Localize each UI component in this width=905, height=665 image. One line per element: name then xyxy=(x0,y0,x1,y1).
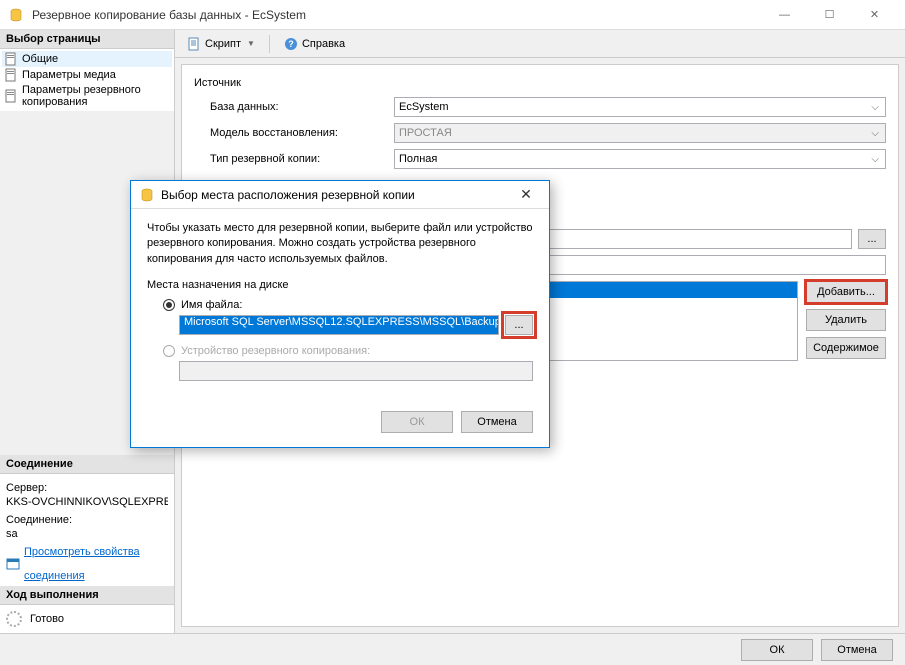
connection-section: Сервер: KKS-OVCHINNIKOV\SQLEXPRE Соедине… xyxy=(0,474,174,586)
page-select-header: Выбор страницы xyxy=(0,30,174,49)
filename-radio-row[interactable]: Имя файла: xyxy=(163,299,533,311)
view-connection-props-link[interactable]: Просмотреть свойства соединения xyxy=(6,546,168,582)
connection-header: Соединение xyxy=(0,455,174,474)
tree-item-label: Параметры медиа xyxy=(22,69,116,81)
ok-button[interactable]: ОК xyxy=(741,639,813,661)
contents-button[interactable]: Содержимое xyxy=(806,337,886,359)
tree-item-media[interactable]: Параметры медиа xyxy=(2,67,172,83)
script-icon xyxy=(187,37,201,51)
recovery-model-label: Модель восстановления: xyxy=(194,127,394,139)
toolbar-separator xyxy=(269,35,270,53)
filename-radio-label: Имя файла: xyxy=(181,299,242,311)
minimize-button[interactable]: — xyxy=(762,1,807,29)
filename-input[interactable]: Microsoft SQL Server\MSSQL12.SQLEXPRESS\… xyxy=(179,315,499,335)
progress-header: Ход выполнения xyxy=(0,586,174,605)
database-icon xyxy=(8,7,24,23)
help-icon: ? xyxy=(284,37,298,51)
toolbar: Скрипт ▼ ? Справка xyxy=(175,30,905,58)
device-radio xyxy=(163,345,175,357)
page-icon xyxy=(4,52,18,66)
add-button[interactable]: Добавить... xyxy=(806,281,886,303)
page-icon xyxy=(4,89,18,103)
svg-text:?: ? xyxy=(288,39,294,49)
dialog-footer: ОК Отмена xyxy=(0,633,905,665)
tree-item-general[interactable]: Общие xyxy=(2,51,172,67)
backup-type-select[interactable]: Полная xyxy=(394,149,886,169)
modal-titlebar: Выбор места расположения резервной копии… xyxy=(131,181,549,209)
connection-value: sa xyxy=(6,528,168,540)
filename-radio[interactable] xyxy=(163,299,175,311)
progress-status: Готово xyxy=(30,613,64,625)
script-button[interactable]: Скрипт ▼ xyxy=(181,35,261,53)
modal-close-button[interactable]: ✕ xyxy=(511,183,541,207)
spinner-icon xyxy=(6,611,22,627)
modal-ok-button[interactable]: ОК xyxy=(381,411,453,433)
connection-label: Соединение: xyxy=(6,514,168,526)
help-button[interactable]: ? Справка xyxy=(278,35,351,53)
properties-icon xyxy=(6,557,20,571)
tree-item-label: Параметры резервного копирования xyxy=(22,84,170,108)
browse-file-button[interactable]: ... xyxy=(505,315,533,335)
server-label: Сервер: xyxy=(6,482,168,494)
device-radio-label: Устройство резервного копирования: xyxy=(181,345,370,357)
browse-destination-button[interactable]: ... xyxy=(858,229,886,249)
backup-type-label: Тип резервной копии: xyxy=(194,153,394,165)
chevron-down-icon: ▼ xyxy=(247,39,255,48)
recovery-model-field: ПРОСТАЯ xyxy=(394,123,886,143)
server-value: KKS-OVCHINNIKOV\SQLEXPRE xyxy=(6,496,168,508)
device-input xyxy=(179,361,533,381)
tree-item-backup-params[interactable]: Параметры резервного копирования xyxy=(2,83,172,109)
database-label: База данных: xyxy=(194,101,394,113)
modal-cancel-button[interactable]: Отмена xyxy=(461,411,533,433)
window-title: Резервное копирование базы данных - EcSy… xyxy=(32,8,762,22)
window-titlebar: Резервное копирование базы данных - EcSy… xyxy=(0,0,905,30)
location-dialog: Выбор места расположения резервной копии… xyxy=(130,180,550,448)
maximize-button[interactable]: ☐ xyxy=(807,1,852,29)
modal-title: Выбор места расположения резервной копии xyxy=(161,188,511,202)
remove-button[interactable]: Удалить xyxy=(806,309,886,331)
cancel-button[interactable]: Отмена xyxy=(821,639,893,661)
database-select[interactable]: EcSystem xyxy=(394,97,886,117)
tree-item-label: Общие xyxy=(22,53,58,65)
database-icon xyxy=(139,187,155,203)
progress-section: Готово xyxy=(0,605,174,633)
page-icon xyxy=(4,68,18,82)
device-radio-row[interactable]: Устройство резервного копирования: xyxy=(163,345,533,357)
modal-group-label: Места назначения на диске xyxy=(147,279,533,291)
close-button[interactable]: ✕ xyxy=(852,1,897,29)
modal-description: Чтобы указать место для резервной копии,… xyxy=(147,221,533,267)
page-tree: Общие Параметры медиа Параметры резервно… xyxy=(0,49,174,111)
source-group-label: Источник xyxy=(194,77,886,89)
